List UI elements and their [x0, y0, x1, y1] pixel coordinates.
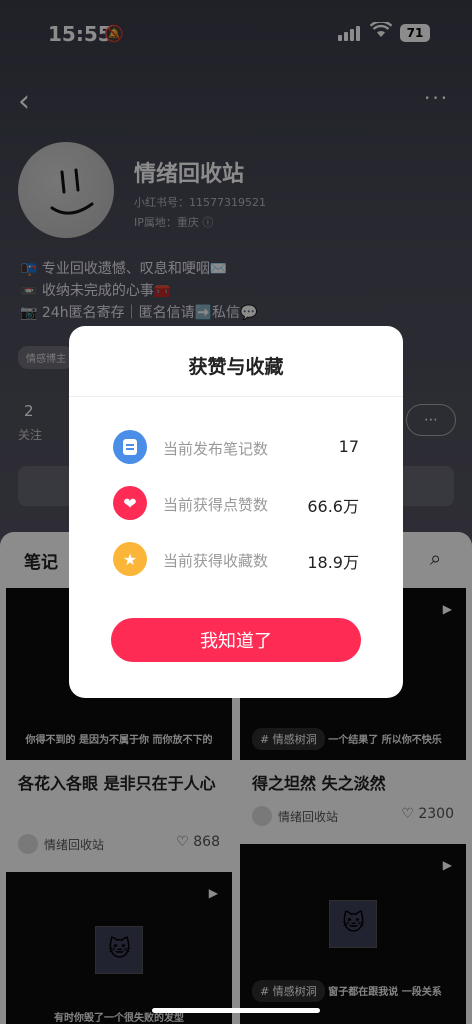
dialog-divider	[69, 396, 403, 397]
dialog-title: 获赞与收藏	[188, 356, 284, 378]
stat-label: 当前获得收藏数	[163, 552, 269, 570]
star-icon: ★	[113, 542, 147, 576]
note-icon	[113, 430, 147, 464]
stat-label: 当前发布笔记数	[163, 440, 269, 458]
home-indicator	[152, 1008, 320, 1013]
stat-likes: ❤ 当前获得点赞数 66.6万	[113, 486, 359, 520]
stat-value: 17	[338, 437, 359, 456]
stat-collections: ★ 当前获得收藏数 18.9万	[113, 542, 359, 576]
stat-value: 18.9万	[307, 553, 359, 572]
confirm-button[interactable]: 我知道了	[111, 618, 361, 662]
heart-icon: ❤	[113, 486, 147, 520]
stat-value: 66.6万	[307, 497, 359, 516]
stat-label: 当前获得点赞数	[163, 496, 269, 514]
likes-collections-dialog: 获赞与收藏 当前发布笔记数 17 ❤ 当前获得点赞数 66.6万 ★ 当前获得收…	[69, 326, 403, 698]
stat-notes: 当前发布笔记数 17	[113, 430, 359, 464]
